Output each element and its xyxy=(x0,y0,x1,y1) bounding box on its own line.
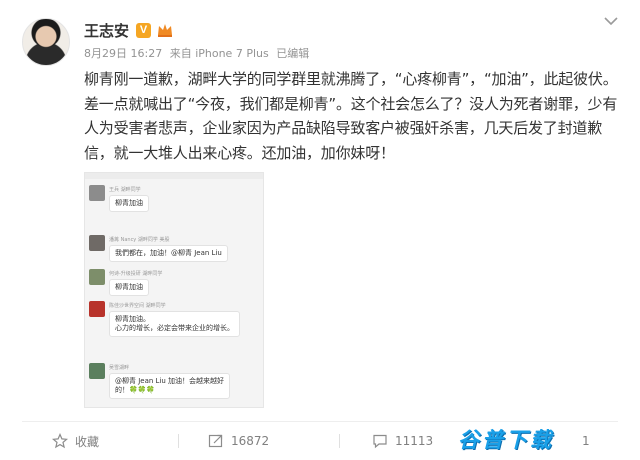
chat-bubble: 柳青加油。 心力的增长，必定会带来企业的增长。 xyxy=(109,311,240,337)
chat-sender: 吴雪湖畔 xyxy=(109,365,130,371)
edited-label[interactable]: 已编辑 xyxy=(276,47,309,60)
chat-bubble: 我們都在，加油！@柳青 Jean Liu xyxy=(109,245,228,262)
chat-top-bar xyxy=(85,173,263,179)
chat-bubble-text: 柳青加油。 xyxy=(115,315,150,323)
verified-badge-icon: V xyxy=(136,23,151,38)
chat-bubble: 柳青加油 xyxy=(109,279,149,296)
chat-sender: 王兵 湖畔同学 xyxy=(109,187,141,193)
comment-icon xyxy=(373,434,387,449)
chat-bubble-text: @柳青 Jean Liu 加油！会越来越好 xyxy=(115,377,225,385)
post-date[interactable]: 8月29日 16:27 xyxy=(84,47,162,60)
chat-sender: 何诗-升级投研 湖畔同学 xyxy=(109,271,163,277)
comment-count: 11113 xyxy=(395,434,434,448)
chat-bubble-text: 的！🍀🍀🍀 xyxy=(115,386,156,394)
avatar[interactable] xyxy=(22,18,70,66)
action-separator xyxy=(178,434,179,448)
chat-bubble-text: 我們都在，加油！@柳青 Jean Liu xyxy=(115,249,222,257)
repost-button[interactable]: 16872 xyxy=(208,422,269,460)
comment-button[interactable]: 11113 xyxy=(372,422,433,460)
like-count: 1 xyxy=(582,434,590,448)
chat-avatar xyxy=(89,363,105,379)
post-meta: 8月29日 16:27 来自 iPhone 7 Plus 已编辑 xyxy=(84,45,313,61)
watermark-logo: 谷普下载 xyxy=(458,428,554,452)
chat-bubble-text: 柳青加油 xyxy=(115,283,143,291)
post-source: 来自 iPhone 7 Plus xyxy=(169,47,269,60)
favorite-label: 收藏 xyxy=(75,434,100,449)
action-separator xyxy=(339,434,340,448)
chat-avatar xyxy=(89,269,105,285)
chat-bubble: @柳青 Jean Liu 加油！会越来越好 的！🍀🍀🍀 xyxy=(109,373,231,399)
weibo-post: 王志安 V 8月29日 16:27 来自 iPhone 7 Plus 已编辑 柳… xyxy=(0,0,640,460)
post-text: 柳青刚一道歉，湖畔大学的同学群里就沸腾了，“心疼柳青”，“加油”，此起彼伏。差一… xyxy=(84,70,618,162)
chat-screenshot-image[interactable]: 王兵 湖畔同学 柳青加油 潘苒 Nancy 湖畔同学 美股 我們都在，加油！@柳… xyxy=(84,172,264,408)
member-crown-icon xyxy=(158,24,172,37)
like-button[interactable]: 1 xyxy=(582,422,590,460)
chat-avatar xyxy=(89,185,105,201)
repost-icon xyxy=(208,434,223,448)
chat-sender: 潘苒 Nancy 湖畔同学 美股 xyxy=(109,237,170,243)
chat-avatar xyxy=(89,235,105,251)
star-icon xyxy=(52,433,68,449)
chat-sender: 陈佳沙世界空间 湖畔同学 xyxy=(109,303,166,309)
chat-bubble-text: 心力的增长，必定会带来企业的增长。 xyxy=(115,324,234,332)
chevron-down-icon[interactable] xyxy=(604,16,618,26)
chat-avatar xyxy=(89,301,105,317)
chat-bubble-text: 柳青加油 xyxy=(115,199,143,207)
chat-bubble: 柳青加油 xyxy=(109,195,149,212)
favorite-button[interactable]: 收藏 xyxy=(52,422,99,460)
author-name[interactable]: 王志安 xyxy=(84,20,129,41)
repost-count: 16872 xyxy=(231,434,270,448)
